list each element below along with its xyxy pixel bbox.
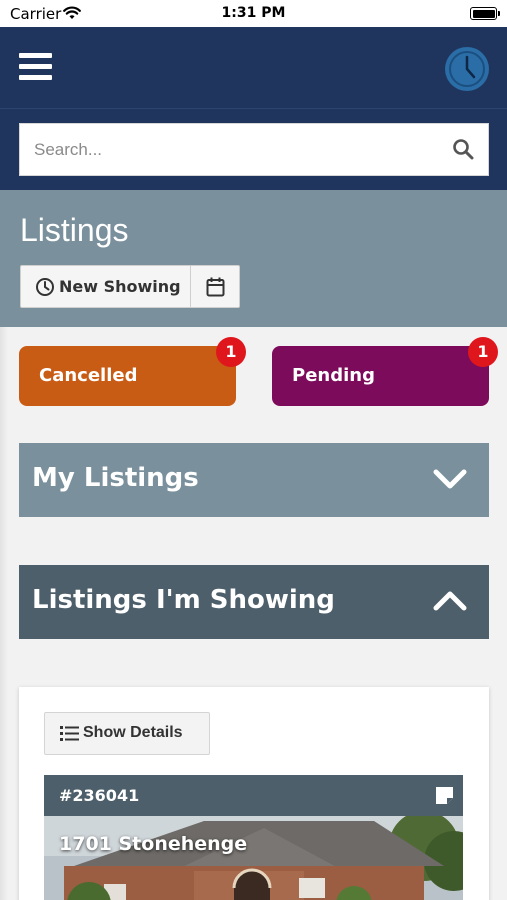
search-input[interactable] bbox=[20, 124, 440, 175]
top-navbar bbox=[0, 27, 507, 109]
cancelled-label: Cancelled bbox=[39, 365, 138, 386]
my-listings-accordion[interactable]: My Listings bbox=[19, 443, 489, 517]
listing-number: #236041 bbox=[59, 786, 140, 805]
cancelled-count-badge: 1 bbox=[216, 337, 246, 367]
list-icon bbox=[60, 726, 79, 741]
listing-card: Show Details #236041 1701 Stonehenge bbox=[19, 687, 489, 900]
note-icon[interactable] bbox=[436, 787, 453, 804]
status-bar: Carrier 1:31 PM bbox=[0, 0, 507, 27]
listings-showing-accordion[interactable]: Listings I'm Showing bbox=[19, 565, 489, 639]
pending-label: Pending bbox=[292, 365, 375, 386]
calendar-button[interactable] bbox=[191, 265, 240, 308]
pending-button[interactable]: Pending bbox=[272, 346, 489, 406]
house-photo bbox=[44, 816, 463, 900]
page-header: Listings New Showing bbox=[0, 190, 507, 327]
listing-header[interactable]: #236041 bbox=[44, 775, 463, 816]
calendar-icon bbox=[206, 277, 225, 297]
listings-showing-label: Listings I'm Showing bbox=[32, 585, 335, 615]
new-showing-label: New Showing bbox=[59, 277, 181, 296]
listing-address: 1701 Stonehenge bbox=[59, 833, 248, 855]
new-showing-button[interactable]: New Showing bbox=[20, 265, 191, 308]
listing-photo[interactable]: 1701 Stonehenge bbox=[44, 816, 463, 900]
battery-icon bbox=[470, 7, 500, 20]
clock-outline-icon bbox=[36, 278, 54, 296]
page-edge bbox=[0, 327, 8, 900]
search-band bbox=[0, 109, 507, 190]
show-details-button[interactable]: Show Details bbox=[44, 712, 210, 755]
hamburger-menu-icon[interactable] bbox=[19, 53, 52, 81]
clock-icon[interactable] bbox=[445, 47, 489, 91]
search-icon[interactable] bbox=[452, 138, 474, 160]
show-details-label: Show Details bbox=[83, 724, 183, 741]
cancelled-button[interactable]: Cancelled bbox=[19, 346, 236, 406]
chevron-up-icon bbox=[433, 591, 467, 611]
my-listings-label: My Listings bbox=[32, 463, 199, 493]
pending-count-badge: 1 bbox=[468, 337, 498, 367]
search-box bbox=[19, 123, 489, 176]
chevron-down-icon bbox=[433, 469, 467, 489]
page-title: Listings bbox=[20, 212, 129, 248]
status-time: 1:31 PM bbox=[221, 5, 286, 21]
